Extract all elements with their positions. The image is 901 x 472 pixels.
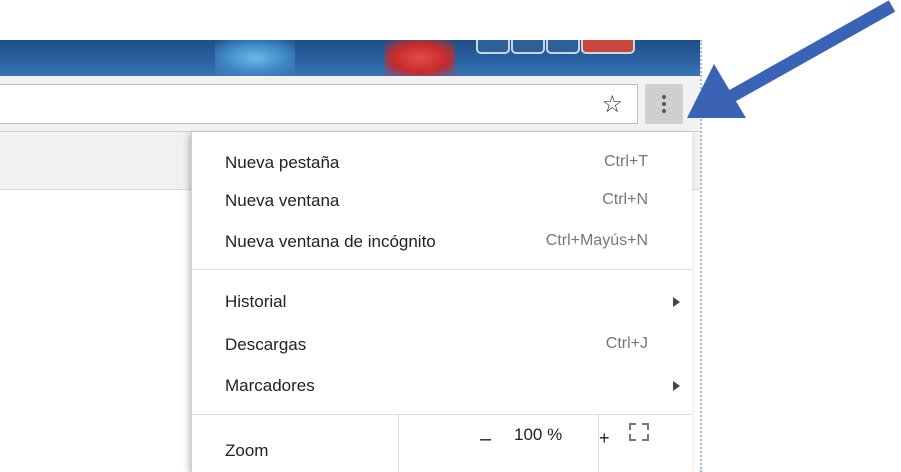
menu-item-shortcut: Ctrl+J: [605, 335, 648, 352]
menu-item-shortcut: Ctrl+N: [602, 191, 648, 208]
window-button[interactable]: [476, 40, 510, 54]
address-bar[interactable]: ☆: [0, 84, 638, 124]
zoom-label: Zoom: [225, 441, 269, 460]
fullscreen-icon-corner: [642, 423, 649, 430]
annotation-arrow-icon: [687, 0, 896, 118]
submenu-arrow-icon: [673, 297, 680, 307]
zoom-in-button[interactable]: +: [599, 428, 610, 449]
minimize-button[interactable]: [511, 40, 545, 54]
submenu-arrow-icon: [673, 381, 680, 391]
menu-item-label: Nueva ventana: [225, 191, 340, 210]
vertical-dots-icon-dot: [662, 109, 666, 113]
zoom-level: 100 %: [514, 425, 563, 444]
menu-item-shortcut: Ctrl+Mayús+N: [545, 232, 648, 249]
menu-item-label: Marcadores: [225, 376, 315, 395]
browser-menu: Nueva pestaña Ctrl+T Nueva ventana Ctrl+…: [191, 132, 692, 472]
menu-item-label: Nueva ventana de incógnito: [225, 232, 436, 251]
menu-item-label: Nueva pestaña: [225, 153, 340, 172]
menu-button[interactable]: [645, 84, 683, 124]
taskbar-app-highlight: [215, 40, 295, 76]
menu-item-label: Historial: [225, 292, 287, 311]
fullscreen-icon-corner: [642, 434, 649, 441]
menu-item-downloads[interactable]: Descargas Ctrl+J: [192, 324, 692, 366]
arrow-shaft: [728, 0, 896, 102]
window-title-bar: [0, 40, 700, 76]
menu-item-bookmarks[interactable]: Marcadores: [192, 365, 692, 407]
vertical-dots-icon-dot: [662, 102, 666, 106]
fullscreen-icon-corner: [629, 423, 636, 430]
close-button[interactable]: [581, 40, 635, 54]
taskbar-app-highlight-red: [385, 40, 455, 76]
zoom-out-button[interactable]: –: [480, 428, 491, 451]
menu-item-new-window[interactable]: Nueva ventana Ctrl+N: [192, 180, 692, 222]
menu-item-label: Descargas: [225, 335, 307, 354]
maximize-button[interactable]: [546, 40, 580, 54]
star-outline-icon[interactable]: ☆: [601, 91, 623, 117]
menu-divider: [192, 269, 692, 270]
fullscreen-icon[interactable]: [629, 423, 649, 441]
zoom-controls: [398, 414, 598, 472]
vertical-dots-icon: [662, 95, 666, 99]
menu-item-shortcut: Ctrl+T: [604, 153, 648, 170]
menu-item-history[interactable]: Historial: [192, 281, 692, 323]
fullscreen-icon-corner: [629, 434, 636, 441]
browser-toolbar: ☆: [0, 76, 700, 132]
menu-item-incognito[interactable]: Nueva ventana de incógnito Ctrl+Mayús+N: [192, 221, 692, 263]
menu-item-new-tab[interactable]: Nueva pestaña Ctrl+T: [192, 142, 692, 184]
